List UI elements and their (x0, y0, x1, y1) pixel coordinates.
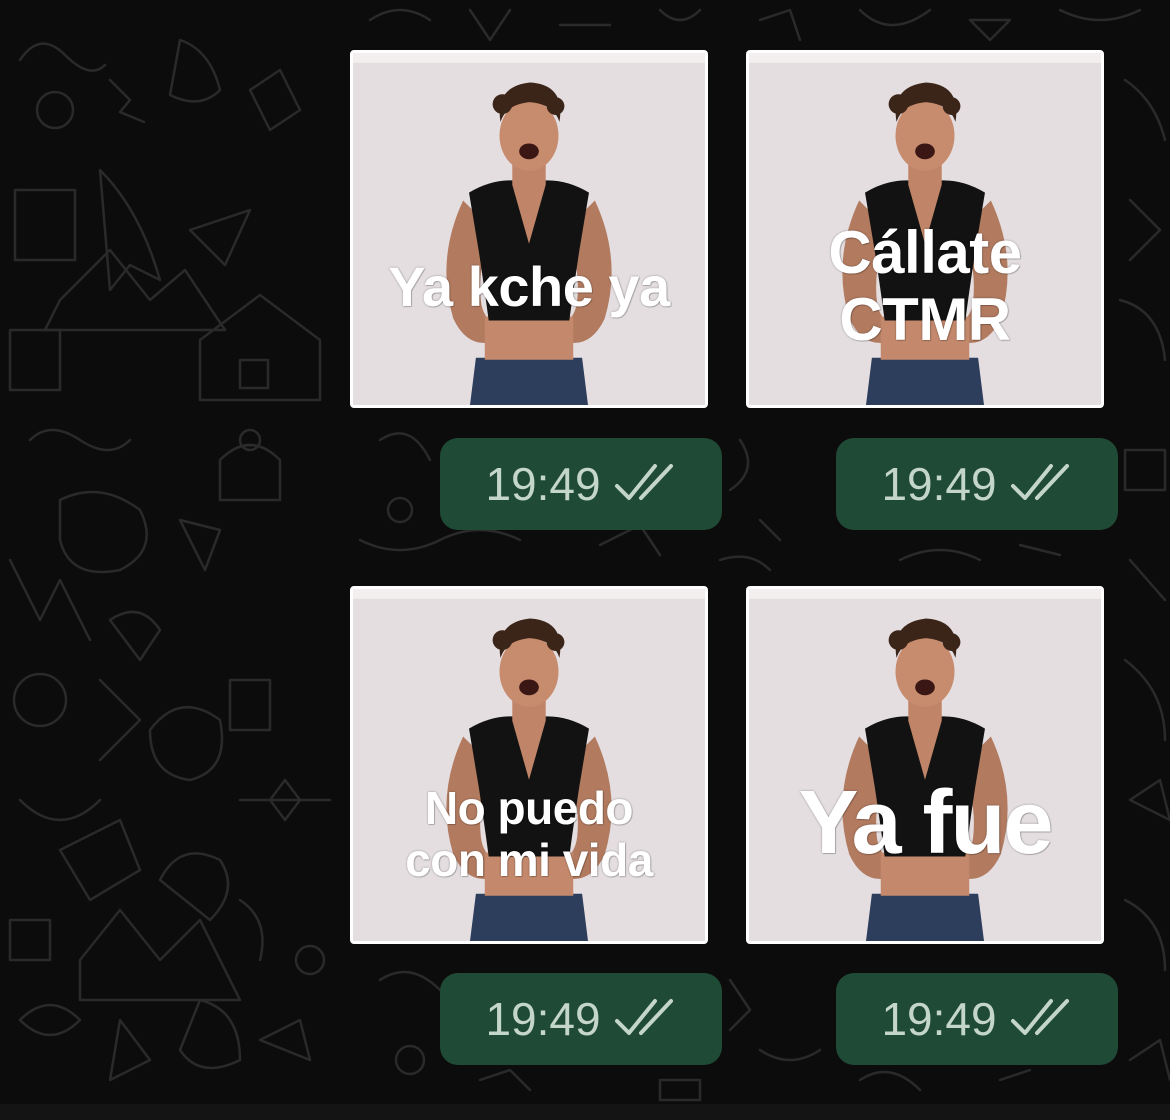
message-bubble[interactable]: 19:49 (440, 438, 722, 530)
double-check-icon (614, 464, 673, 500)
message-bubble[interactable]: 19:49 (440, 973, 722, 1065)
double-check-icon (1010, 464, 1069, 500)
sticker-message[interactable]: No puedo con mi vida (350, 586, 708, 944)
double-check-icon (614, 999, 673, 1035)
sticker-image (749, 53, 1101, 405)
message-time: 19:49 (485, 993, 601, 1045)
message-time: 19:49 (485, 458, 601, 510)
sticker-message[interactable]: Ya fue (746, 586, 1104, 944)
sticker-message[interactable]: Cállate CTMR (746, 50, 1104, 408)
message-bubble[interactable]: 19:49 (836, 438, 1118, 530)
sticker-image (353, 53, 705, 405)
message-time: 19:49 (881, 993, 997, 1045)
chat-view[interactable]: Ya kche ya 19:49 Cállate CTMR 19:49 No p… (0, 0, 1170, 1120)
sticker-image (749, 589, 1101, 941)
bottom-edge (0, 1104, 1170, 1120)
message-bubble[interactable]: 19:49 (836, 973, 1118, 1065)
sticker-image (353, 589, 705, 941)
double-check-icon (1010, 999, 1069, 1035)
sticker-message[interactable]: Ya kche ya (350, 50, 708, 408)
message-time: 19:49 (881, 458, 997, 510)
